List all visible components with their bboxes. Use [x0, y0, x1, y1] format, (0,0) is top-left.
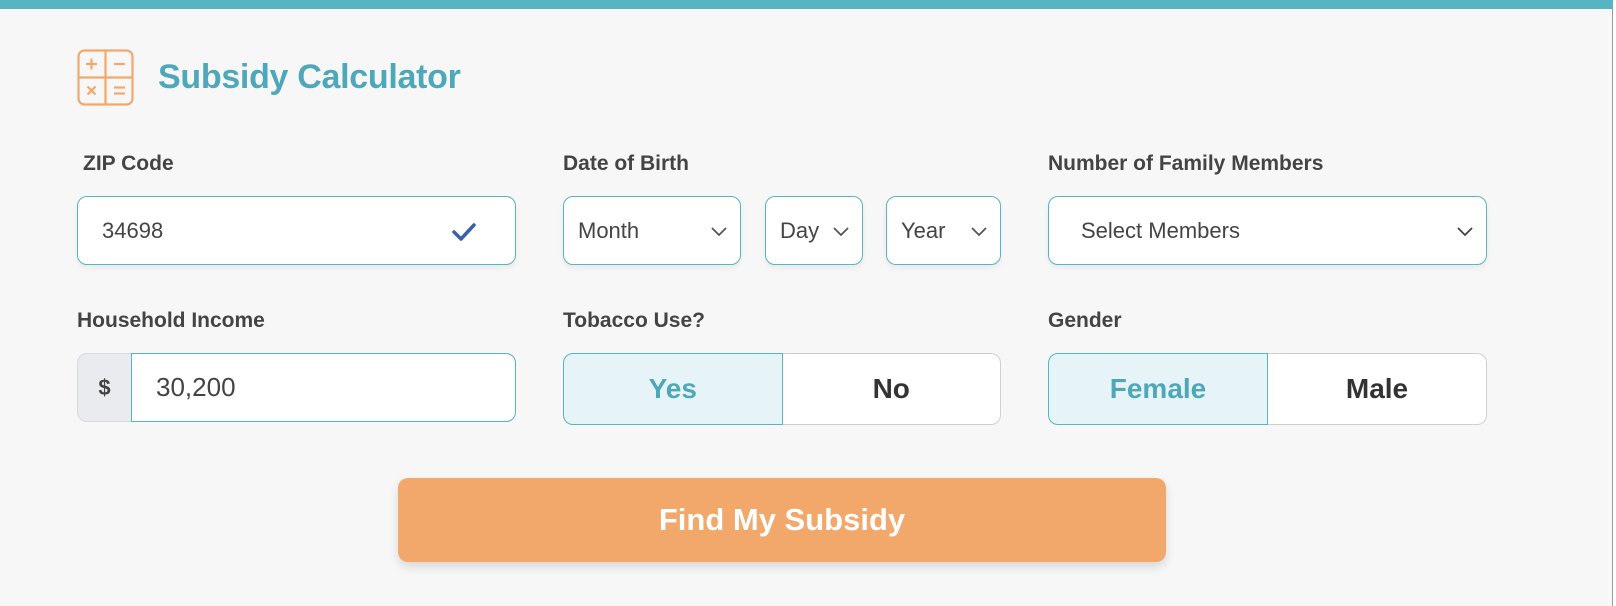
chevron-down-icon [833, 226, 849, 236]
zip-code-input[interactable]: 34698 [77, 196, 516, 265]
currency-prefix: $ [77, 353, 131, 422]
year-select-value: Year [901, 217, 946, 243]
gender-male-option[interactable]: Male [1268, 353, 1487, 425]
tobacco-yes-option[interactable]: Yes [563, 353, 783, 425]
date-of-birth-label: Date of Birth [563, 152, 689, 175]
zip-code-label: ZIP Code [83, 152, 174, 175]
zip-code-value: 34698 [102, 217, 164, 243]
year-select[interactable]: Year [886, 196, 1001, 265]
household-income-group: $ 30,200 [77, 353, 516, 422]
gender-label: Gender [1048, 309, 1122, 332]
gender-female-option[interactable]: Female [1048, 353, 1268, 425]
gender-toggle: Female Male [1048, 353, 1487, 425]
checkmark-icon [452, 222, 476, 241]
page-title: Subsidy Calculator [158, 57, 461, 96]
day-select[interactable]: Day [765, 196, 863, 265]
household-income-input[interactable]: 30,200 [131, 353, 516, 422]
subsidy-calculator-panel: Subsidy Calculator ZIP Code Date of Birt… [0, 0, 1613, 606]
family-members-value: Select Members [1081, 217, 1240, 243]
find-my-subsidy-button[interactable]: Find My Subsidy [398, 478, 1166, 562]
accent-top-bar [0, 0, 1613, 9]
calculator-icon [77, 48, 134, 106]
month-select[interactable]: Month [563, 196, 741, 265]
month-select-value: Month [578, 217, 640, 243]
tobacco-use-label: Tobacco Use? [563, 309, 705, 332]
chevron-down-icon [711, 226, 727, 236]
day-select-value: Day [780, 217, 820, 243]
tobacco-use-toggle: Yes No [563, 353, 1001, 425]
chevron-down-icon [1457, 226, 1473, 236]
chevron-down-icon [971, 226, 987, 236]
household-income-label: Household Income [77, 309, 265, 332]
family-members-select[interactable]: Select Members [1048, 196, 1487, 265]
tobacco-no-option[interactable]: No [782, 353, 1001, 425]
header: Subsidy Calculator [77, 48, 461, 106]
family-members-label: Number of Family Members [1048, 152, 1324, 175]
